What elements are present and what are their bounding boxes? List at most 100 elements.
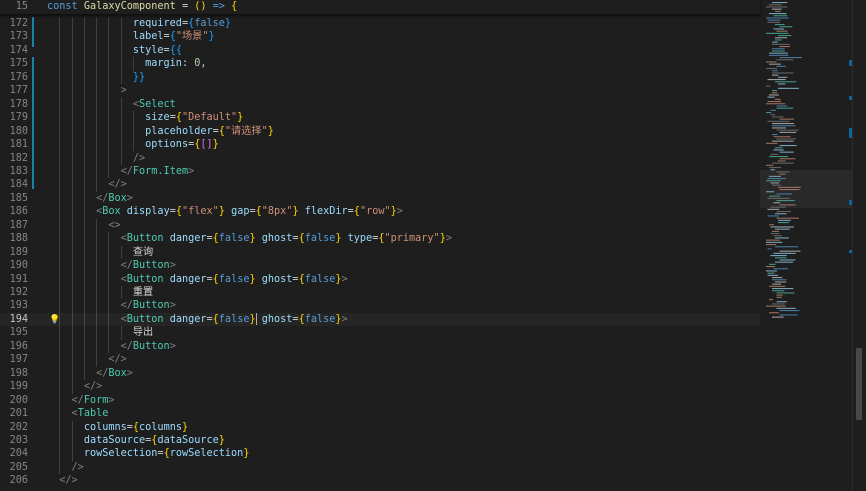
line-number: 191 bbox=[9, 273, 28, 285]
minimap-line bbox=[772, 134, 778, 136]
minimap-line bbox=[766, 142, 778, 144]
code-token: 重置 bbox=[132, 287, 154, 298]
code-token: Box bbox=[102, 206, 121, 218]
minimap-line bbox=[773, 28, 785, 30]
minimap-line bbox=[776, 105, 788, 107]
code-line[interactable]: 186 <Box display={"flex"} gap={"8px"} fl… bbox=[0, 205, 760, 218]
minimap-line bbox=[769, 63, 781, 65]
code-token: danger bbox=[169, 233, 207, 245]
minimap-line bbox=[772, 72, 794, 74]
code-line[interactable]: 191 <Button danger={false} ghost={false}… bbox=[0, 273, 760, 286]
code-line[interactable]: 199 </> bbox=[0, 380, 760, 393]
minimap-line bbox=[766, 305, 786, 307]
code-line[interactable]: 203 dataSource={dataSource} bbox=[0, 434, 760, 447]
code-line[interactable]: 187 <> bbox=[0, 219, 760, 232]
code-token: </ bbox=[120, 340, 133, 352]
code-line[interactable]: 190 </Button> bbox=[0, 259, 760, 272]
minimap-line bbox=[769, 299, 774, 301]
code-line[interactable]: 206 </> bbox=[0, 474, 760, 487]
modified-line-marker[interactable] bbox=[32, 111, 34, 190]
code-token: "Default" bbox=[181, 112, 238, 124]
code-token: "请选择" bbox=[224, 125, 268, 137]
code-text: </Box> bbox=[47, 192, 133, 205]
minimap-line bbox=[772, 48, 785, 50]
minimap-line bbox=[775, 213, 787, 215]
code-token: ghost bbox=[261, 273, 293, 285]
vertical-scrollbar[interactable] bbox=[852, 0, 866, 491]
code-token: </ bbox=[120, 260, 133, 272]
code-token: 导出 bbox=[132, 327, 154, 339]
minimap[interactable] bbox=[760, 0, 852, 491]
code-token: false bbox=[304, 313, 336, 325]
code-line[interactable]: 176 }} bbox=[0, 71, 760, 84]
code-token: false bbox=[218, 313, 250, 325]
code-editor[interactable]: 172 required={false} 173 label={"场景"} 174 … bbox=[0, 14, 760, 491]
code-text: columns={columns} bbox=[47, 421, 188, 434]
code-line[interactable]: 193 </Button> bbox=[0, 299, 760, 312]
minimap-line bbox=[775, 39, 782, 41]
code-line[interactable]: 174 style={{ bbox=[0, 44, 760, 57]
code-text: style={{ bbox=[47, 44, 182, 57]
code-line[interactable]: 181 options={[]} bbox=[0, 138, 760, 151]
code-line[interactable]: 196 </Button> bbox=[0, 340, 760, 353]
code-token: false bbox=[218, 233, 250, 245]
minimap-viewport[interactable] bbox=[760, 170, 852, 208]
code-line[interactable]: 204 rowSelection={rowSelection} bbox=[0, 447, 760, 460]
minimap-line bbox=[775, 37, 788, 39]
code-token: Table bbox=[77, 408, 109, 420]
line-number: 193 bbox=[9, 300, 28, 312]
code-token: label bbox=[132, 31, 164, 43]
code-line[interactable]: 189 查询 bbox=[0, 246, 760, 259]
code-line[interactable]: 184 </> bbox=[0, 178, 760, 191]
modified-line-marker[interactable] bbox=[32, 57, 34, 120]
line-number: 203 bbox=[9, 434, 28, 446]
code-line[interactable]: 173 label={"场景"} bbox=[0, 30, 760, 43]
code-token: ghost bbox=[261, 313, 293, 325]
sticky-scroll-header[interactable]: 15 const GalaxyComponent = () => { bbox=[0, 0, 760, 14]
code-line[interactable]: 202 columns={columns} bbox=[0, 421, 760, 434]
code-line[interactable]: 195 导出 bbox=[0, 326, 760, 339]
code-line[interactable]: 172 required={false} bbox=[0, 17, 760, 30]
code-line[interactable]: 197 </> bbox=[0, 353, 760, 366]
code-token: > bbox=[120, 85, 127, 97]
line-number: 192 bbox=[9, 287, 28, 298]
code-line[interactable]: 178 <Select bbox=[0, 98, 760, 111]
minimap-line bbox=[775, 228, 790, 230]
code-line[interactable]: 192 重置 bbox=[0, 286, 760, 299]
minimap-line bbox=[775, 257, 787, 259]
code-text: label={"场景"} bbox=[47, 30, 215, 43]
minimap-line bbox=[769, 4, 782, 6]
code-line[interactable]: 175 margin: 0, bbox=[0, 57, 760, 70]
sticky-code-line[interactable]: const GalaxyComponent = () => { bbox=[47, 0, 237, 14]
code-line[interactable]: 179 size={"Default"} bbox=[0, 111, 760, 124]
code-token: > bbox=[126, 367, 133, 379]
scrollbar-thumb[interactable] bbox=[856, 348, 862, 420]
code-line[interactable]: 198 </Box> bbox=[0, 367, 760, 380]
code-line[interactable]: 182 /> bbox=[0, 152, 760, 165]
code-token: /> bbox=[71, 461, 84, 473]
code-line[interactable]: 194 💡 <Button danger={false} ghost={false… bbox=[0, 312, 760, 326]
code-line[interactable]: 205 /> bbox=[0, 461, 760, 474]
minimap-line bbox=[772, 92, 778, 94]
minimap-line bbox=[772, 70, 778, 72]
code-line[interactable]: 183 </Form.Item> bbox=[0, 165, 760, 178]
minimap-line bbox=[778, 83, 786, 85]
code-line[interactable]: 201 <Table bbox=[0, 407, 760, 420]
minimap-line bbox=[772, 277, 783, 279]
minimap-line bbox=[766, 103, 786, 105]
line-number: 185 bbox=[9, 192, 28, 204]
code-token: rowSelection bbox=[169, 448, 244, 460]
code-line[interactable]: 185 </Box> bbox=[0, 192, 760, 205]
minimap-line bbox=[769, 54, 789, 56]
code-line[interactable]: 180 placeholder={"请选择"} bbox=[0, 125, 760, 138]
modified-line-marker[interactable] bbox=[32, 17, 34, 47]
code-token: () bbox=[194, 1, 207, 12]
code-line[interactable]: 200 </Form> bbox=[0, 394, 760, 407]
code-line[interactable]: 177 > bbox=[0, 84, 760, 97]
minimap-line bbox=[775, 147, 783, 149]
code-line[interactable]: 188 <Button danger={false} ghost={false}… bbox=[0, 232, 760, 245]
